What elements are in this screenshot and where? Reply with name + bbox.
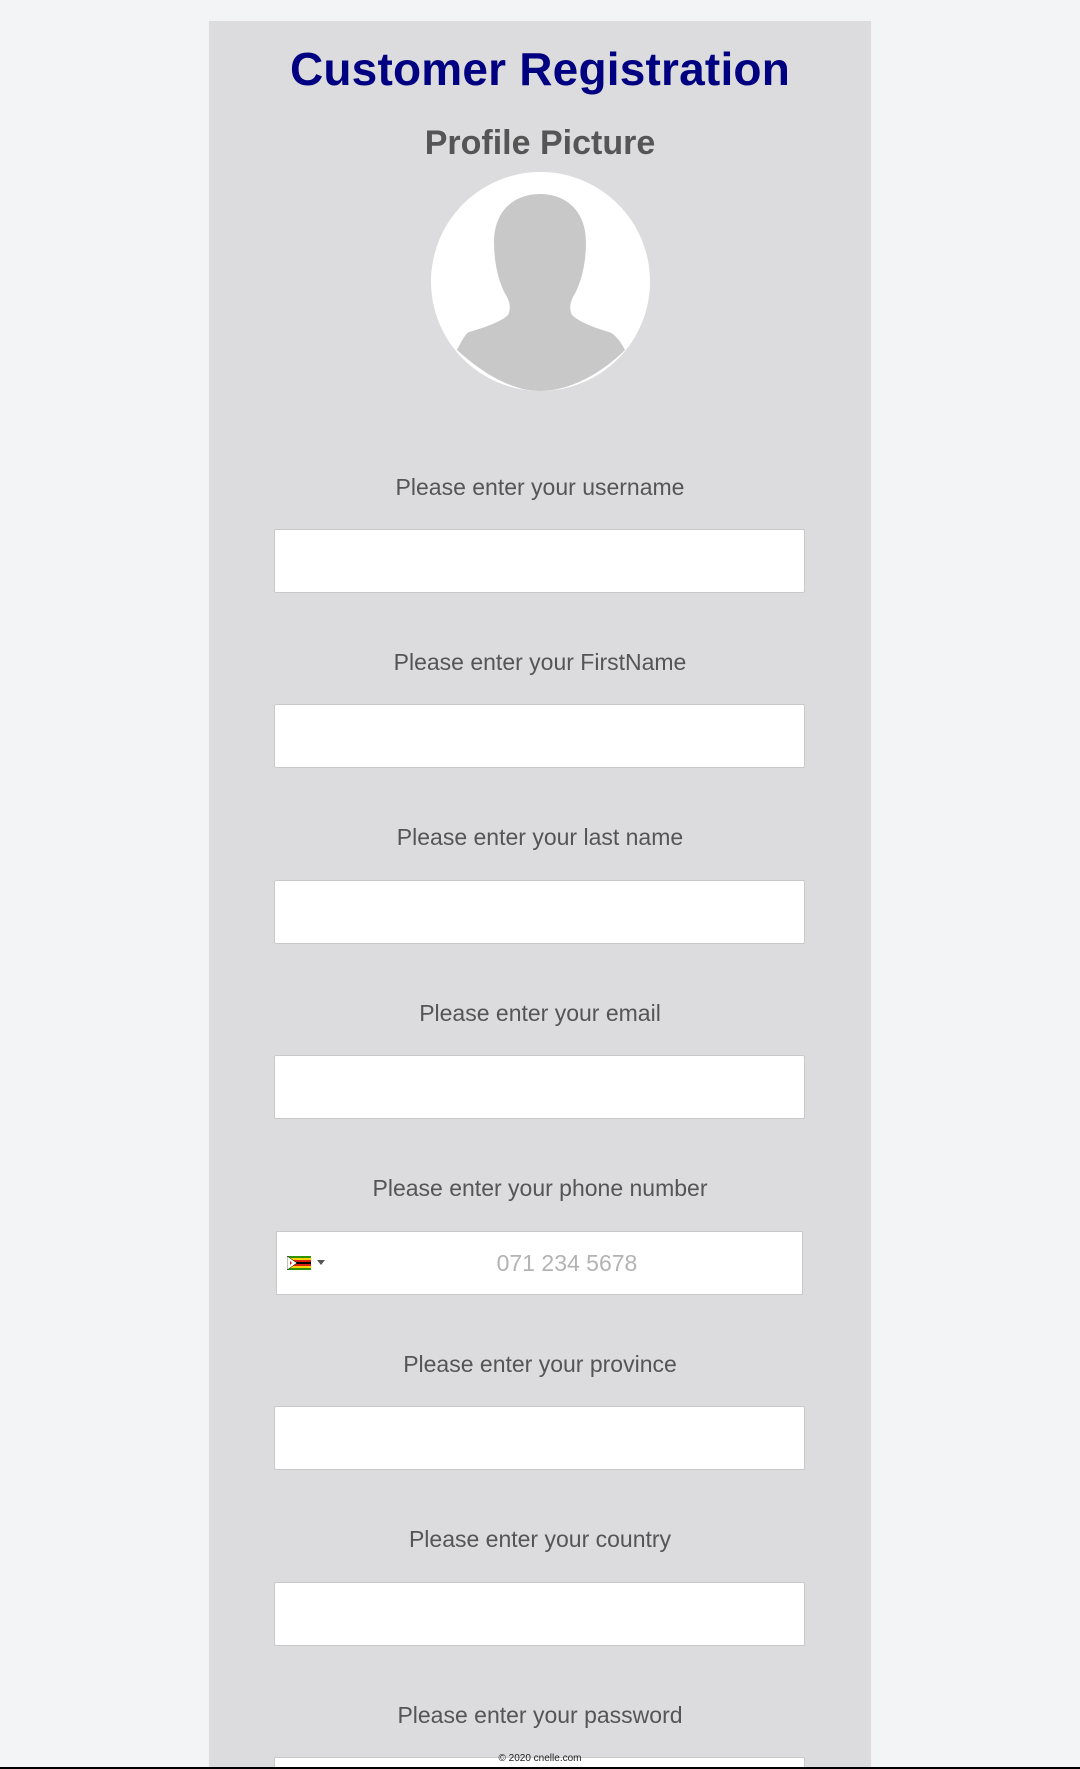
country-label: Please enter your country — [408, 1526, 672, 1552]
password-label: Please enter your password — [397, 1702, 683, 1728]
email-field[interactable] — [274, 1055, 805, 1119]
phone-number-input-group — [276, 1231, 803, 1295]
email-label: Please enter your email — [419, 1000, 661, 1026]
registration-page: Customer Registration Profile Picture Pl… — [0, 0, 1080, 1769]
chevron-down-icon — [317, 1260, 325, 1265]
profile-picture-avatar[interactable] — [431, 172, 650, 391]
page-title: Customer Registration — [289, 43, 791, 95]
country-field[interactable] — [274, 1582, 805, 1646]
province-field[interactable] — [274, 1406, 805, 1470]
province-label: Please enter your province — [403, 1351, 677, 1377]
zimbabwe-flag-icon — [287, 1256, 311, 1270]
first-name-label: Please enter your FirstName — [393, 649, 687, 675]
username-field[interactable] — [274, 529, 805, 593]
registration-card: Customer Registration Profile Picture Pl… — [209, 21, 871, 1769]
phone-number-field[interactable] — [337, 1232, 797, 1294]
last-name-field[interactable] — [274, 880, 805, 944]
first-name-field[interactable] — [274, 704, 805, 768]
username-label: Please enter your username — [395, 474, 685, 500]
profile-picture-heading: Profile Picture — [424, 124, 656, 162]
country-code-selector[interactable] — [287, 1256, 327, 1272]
footer-copyright: © 2020 cnelle.com — [0, 1751, 1080, 1769]
user-silhouette-icon — [457, 194, 625, 391]
last-name-label: Please enter your last name — [396, 824, 684, 850]
phone-number-label: Please enter your phone number — [372, 1175, 708, 1201]
